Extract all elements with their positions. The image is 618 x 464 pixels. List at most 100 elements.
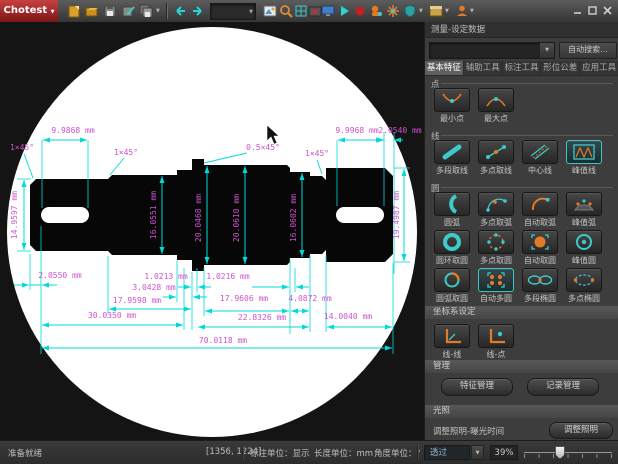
dim-label: 1.0213 mm xyxy=(144,273,187,281)
tool-label: 线-线 xyxy=(431,349,473,360)
tool-label: 圆弧 xyxy=(431,217,473,228)
dim-label: 70.0118 mm xyxy=(199,337,247,345)
status-separator xyxy=(242,445,244,459)
multipoint-line-icon xyxy=(478,140,514,164)
section-divider xyxy=(441,187,613,188)
play-icon[interactable] xyxy=(336,3,352,19)
dim-label: 16.0551 mm xyxy=(150,191,158,239)
tool-label: 中心线 xyxy=(519,165,561,176)
tool-multipoint-line[interactable]: 多点取线 xyxy=(475,140,517,176)
save-all-icon[interactable] xyxy=(138,3,154,19)
dim-label: 4.0872 mm xyxy=(288,295,331,303)
toolbar-separator xyxy=(166,3,168,19)
undo-icon[interactable] xyxy=(172,3,188,19)
user-dropdown-arrow-icon[interactable]: ▼ xyxy=(470,8,474,14)
dim-label: 9.9868 mm xyxy=(51,127,94,135)
tool-line-line-axis[interactable]: 线-线 xyxy=(431,324,473,360)
feature-manage-button[interactable]: 特征管理 xyxy=(441,378,513,396)
tool-label: 峰值圆 xyxy=(563,255,605,266)
line-point-axis-icon xyxy=(478,324,514,348)
dim-label: 17.9598 mm xyxy=(113,297,161,305)
new-file-icon[interactable] xyxy=(66,3,82,19)
tab-annotation-tools[interactable]: 标注工具 xyxy=(503,61,542,75)
segment-ellipse-icon xyxy=(522,268,558,292)
dim-label: 9.9968 mm xyxy=(335,127,378,135)
part-drawing-svg xyxy=(0,22,424,440)
tool-label: 自动取弧 xyxy=(519,217,561,228)
maximize-button[interactable] xyxy=(586,4,599,17)
monitor-icon[interactable] xyxy=(320,3,336,19)
arc-circle-icon xyxy=(434,268,470,292)
tool-multipoint-ellipse[interactable]: 多点椭圆 xyxy=(563,268,605,304)
auto-search-button[interactable]: 自动搜索... xyxy=(559,42,617,59)
dim-label: 1×45° xyxy=(10,144,34,152)
tool-center-line[interactable]: 中心线 xyxy=(519,140,561,176)
multipoint-ellipse-icon xyxy=(566,268,602,292)
tool-ring-circle[interactable]: 圆环取圆 xyxy=(431,230,473,266)
feature-combobox[interactable]: ▼ xyxy=(429,42,555,59)
tool-label: 多段取线 xyxy=(431,165,473,176)
tab-form-tolerance[interactable]: 形位公差 xyxy=(541,61,580,75)
chevron-down-icon[interactable]: ▼ xyxy=(471,445,484,460)
toolbar-combobox[interactable]: ▼ xyxy=(210,3,256,20)
app-menu-button[interactable]: Chotest ▼ xyxy=(0,0,58,22)
light-mode-dropdown[interactable]: 透过 xyxy=(424,445,470,460)
titlebar: Chotest ▼ ▼ ▼ ▼ ▼ ▼ xyxy=(0,0,618,23)
magnifier-icon[interactable] xyxy=(278,3,294,19)
save-as-icon[interactable] xyxy=(120,3,136,19)
user-session-icon[interactable] xyxy=(454,3,470,19)
dim-label: 22.8326 mm xyxy=(238,314,286,322)
tool-auto-circle[interactable]: 自动取圆 xyxy=(519,230,561,266)
tool-label: 多点椭圆 xyxy=(563,293,605,304)
tool-label: 自动多圆 xyxy=(475,293,517,304)
settings-flower-icon[interactable] xyxy=(385,3,401,19)
open-file-icon[interactable] xyxy=(84,3,100,19)
shield-icon[interactable] xyxy=(402,3,418,19)
tool-label: 多段椭圆 xyxy=(519,293,561,304)
app-title: Chotest xyxy=(4,5,48,16)
layout-window-icon[interactable] xyxy=(428,3,444,19)
layout-dropdown-arrow-icon[interactable]: ▼ xyxy=(445,8,449,14)
tab-application-tools[interactable]: 应用工具 xyxy=(580,61,618,75)
tool-peak-line[interactable]: 峰值线 xyxy=(563,140,605,176)
status-separator xyxy=(417,445,419,459)
preview-image-icon[interactable] xyxy=(262,3,278,19)
tool-peak-arc[interactable]: 峰值弧 xyxy=(563,192,605,228)
tab-basic-features[interactable]: 基本特征 xyxy=(425,61,464,75)
dim-label: 2.0540 mm xyxy=(378,127,421,135)
tool-peak-circle[interactable]: 峰值圆 xyxy=(563,230,605,266)
tool-segment-ellipse[interactable]: 多段椭圆 xyxy=(519,268,561,304)
dim-label: 3.0428 mm xyxy=(132,284,175,292)
tool-min-point[interactable]: 最小点 xyxy=(431,88,473,124)
tool-label: 峰值弧 xyxy=(563,217,605,228)
tool-auto-arc[interactable]: 自动取弧 xyxy=(519,192,561,228)
record-icon[interactable] xyxy=(352,3,368,19)
tool-arc[interactable]: 圆弧 xyxy=(431,192,473,228)
measurement-viewport[interactable]: 9.9868 mm 9.9968 mm 2.0540 mm 1×45° 1×45… xyxy=(0,22,424,440)
tool-segment-line[interactable]: 多段取线 xyxy=(431,140,473,176)
lighting-exposure-label: 调整照明-曝光时间 xyxy=(433,425,504,437)
tool-multipoint-arc[interactable]: 多点取弧 xyxy=(475,192,517,228)
tab-auxiliary-tools[interactable]: 辅助工具 xyxy=(464,61,503,75)
tool-label: 圆弧取圆 xyxy=(431,293,473,304)
save-dropdown-arrow-icon[interactable]: ▼ xyxy=(156,8,160,14)
probe-hand-icon[interactable] xyxy=(368,3,384,19)
tool-label: 多点取弧 xyxy=(475,217,517,228)
tool-max-point[interactable]: 最大点 xyxy=(475,88,517,124)
redo-icon[interactable] xyxy=(190,3,206,19)
tool-multipoint-circle[interactable]: 多点取圆 xyxy=(475,230,517,266)
shield-dropdown-arrow-icon[interactable]: ▼ xyxy=(419,8,423,14)
slot-right xyxy=(336,207,384,223)
status-angle-unit: 角度单位：° xyxy=(374,447,421,459)
record-manage-button[interactable]: 记录管理 xyxy=(527,378,599,396)
save-icon[interactable] xyxy=(102,3,118,19)
tool-auto-multicircle[interactable]: 自动多圆 xyxy=(475,268,517,304)
close-button[interactable] xyxy=(601,4,614,17)
peak-line-icon xyxy=(566,140,602,164)
tool-line-point-axis[interactable]: 线-点 xyxy=(475,324,517,360)
light-intensity-slider[interactable] xyxy=(524,445,612,460)
minimize-button[interactable] xyxy=(571,4,584,17)
adjust-lighting-button[interactable]: 调整照明 xyxy=(549,422,613,439)
tool-arc-circle[interactable]: 圆弧取圆 xyxy=(431,268,473,304)
mouse-cursor xyxy=(267,125,279,144)
